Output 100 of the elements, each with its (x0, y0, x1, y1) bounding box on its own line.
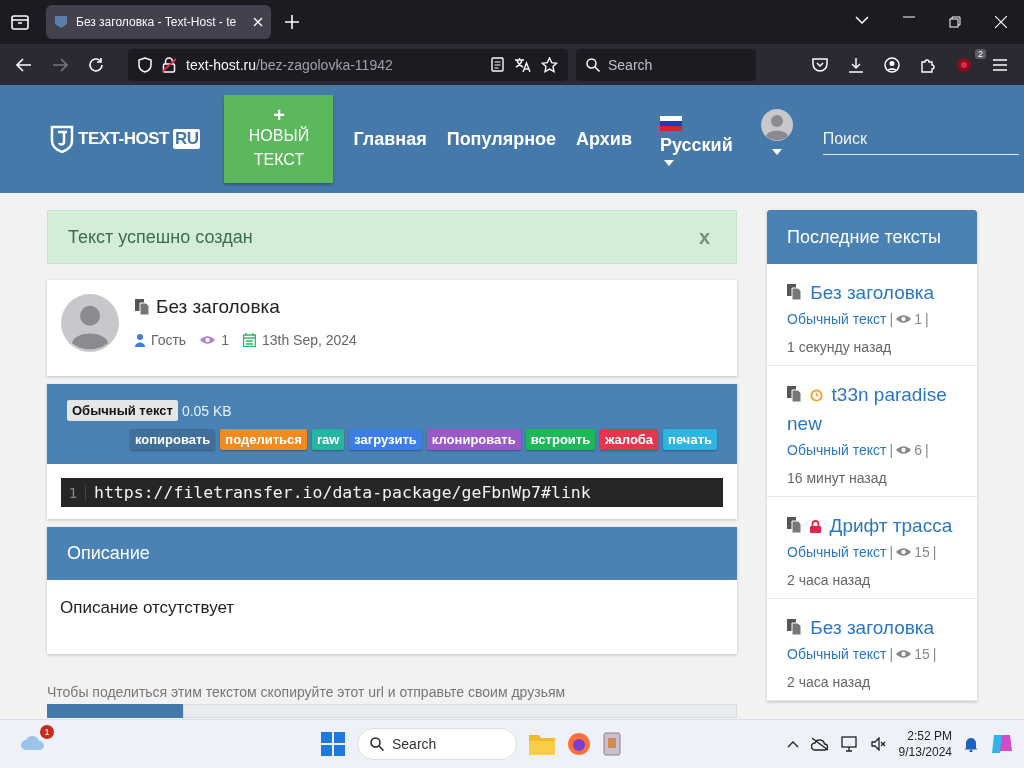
close-icon[interactable] (995, 16, 1007, 28)
caret-icon[interactable] (771, 149, 782, 155)
lock-icon (810, 520, 822, 533)
browser-search-field[interactable]: Search (576, 48, 756, 81)
nav-link[interactable]: Архив (576, 128, 632, 150)
back-arrow-icon[interactable] (16, 57, 32, 72)
paste-date: 13th Sep, 2024 (261, 332, 357, 348)
view-count: 6 (914, 442, 922, 458)
weather-cloud-icon[interactable] (20, 733, 46, 751)
clock-date[interactable]: 9/13/2024 (898, 744, 952, 760)
syntax-link[interactable]: Обычный текст (787, 646, 887, 662)
time-ago: 2 часа назад (787, 572, 872, 588)
separator: | (889, 646, 894, 662)
recent-text-link[interactable]: Дрифт трасса (787, 511, 957, 540)
bell-icon[interactable] (964, 736, 978, 752)
download-icon[interactable] (848, 56, 864, 73)
copy-document-icon (787, 284, 802, 300)
recent-text-link[interactable]: Без заголовка (787, 613, 957, 642)
syntax-link[interactable]: Обычный текст (787, 442, 887, 458)
user-avatar-icon[interactable] (760, 109, 793, 141)
shield-logo-icon (50, 125, 74, 153)
eye-icon (896, 314, 912, 324)
view-count: 1 (221, 332, 229, 348)
taskbar-search-field[interactable]: Search (357, 728, 517, 760)
alert-message: Текст успешно создан (68, 226, 253, 248)
reload-icon[interactable] (88, 56, 104, 73)
russian-flag-icon (660, 116, 682, 131)
site-logo[interactable]: TEXT-HOST RU (50, 125, 201, 153)
separator: | (889, 442, 894, 458)
language-menu[interactable]: Русский (660, 135, 733, 156)
translate-icon[interactable] (514, 56, 531, 73)
lock-icon (162, 56, 176, 73)
separator: | (889, 544, 894, 560)
action-button[interactable]: копировать (129, 429, 216, 450)
new-text-button[interactable]: + НОВЫЙ ТЕКСТ (224, 95, 334, 183)
description-heading: Описание (47, 527, 737, 580)
restore-icon[interactable] (949, 16, 961, 28)
view-count: 15 (914, 646, 930, 662)
clock-time[interactable]: 2:52 PM (898, 728, 952, 744)
browser-tab[interactable]: Без заголовка - Text-Host - te (46, 5, 271, 39)
close-icon[interactable] (253, 17, 263, 27)
action-button[interactable]: загрузить (349, 429, 422, 450)
syntax-link[interactable]: Обычный текст (787, 544, 887, 560)
search-field[interactable]: Поиск (822, 123, 1019, 155)
action-button[interactable]: жалоба (600, 429, 659, 450)
extension-icon[interactable] (956, 56, 972, 73)
eye-icon (896, 547, 912, 557)
monitor-icon[interactable] (840, 736, 859, 752)
action-button[interactable]: raw (311, 429, 345, 450)
action-button[interactable]: встроить (525, 429, 596, 450)
copy-document-icon (135, 299, 150, 315)
separator: | (924, 442, 929, 458)
cloud-offline-icon[interactable] (810, 737, 829, 751)
line-number: 1 (61, 484, 86, 501)
copy-document-icon (787, 386, 802, 402)
extension-badge: 2 (975, 48, 986, 59)
close-button[interactable]: x (692, 224, 716, 250)
copilot-icon[interactable] (990, 733, 1014, 755)
site-favicon-icon (54, 15, 68, 29)
action-button[interactable]: клонировать (426, 429, 521, 450)
share-url-field[interactable] (183, 704, 737, 718)
share-hint: Чтобы поделиться этим текстом скопируйте этот url и отправьте своим друзьям (47, 684, 567, 700)
reader-view-icon[interactable] (491, 57, 504, 72)
action-button[interactable]: поделиться (220, 429, 307, 450)
recent-text-link[interactable]: t33n paradise new (787, 380, 957, 438)
address-bar[interactable]: text-host.ru/bez-zagolovka-11942 (128, 48, 568, 81)
chevron-down-icon[interactable] (855, 16, 869, 24)
nav-link[interactable]: Популярное (446, 128, 557, 150)
clock-icon (810, 389, 824, 402)
pocket-icon[interactable] (812, 57, 828, 72)
eye-icon (200, 335, 216, 345)
chevron-up-icon[interactable] (786, 740, 799, 748)
separator: | (932, 646, 937, 662)
eye-icon (896, 649, 912, 659)
tab-list-icon[interactable] (11, 14, 29, 30)
new-tab-icon[interactable] (285, 15, 299, 29)
file-size: 0.05 KB (181, 402, 232, 419)
shield-icon (138, 56, 152, 73)
search-icon (370, 737, 384, 751)
account-icon[interactable] (884, 56, 900, 73)
time-ago: 1 секунду назад (787, 339, 893, 355)
recent-text-link[interactable]: Без заголовка (787, 278, 957, 307)
view-count: 1 (914, 311, 922, 327)
copy-document-icon (787, 517, 802, 533)
windows-start-icon[interactable] (321, 732, 345, 756)
time-ago: 16 минут назад (787, 470, 888, 486)
paste-title: Без заголовка (156, 296, 280, 318)
nav-link[interactable]: Главная (353, 128, 427, 150)
notification-badge: 1 (40, 725, 54, 739)
syntax-badge: Обычный текст (67, 400, 178, 421)
copy-document-icon (787, 619, 802, 635)
forward-arrow-icon[interactable] (52, 57, 68, 72)
description-text: Описание отсутствует (60, 598, 235, 617)
caret-icon[interactable] (664, 160, 674, 166)
browser-icon[interactable] (567, 732, 591, 756)
syntax-link[interactable]: Обычный текст (787, 311, 887, 327)
menu-icon[interactable] (993, 58, 1007, 71)
star-icon[interactable] (541, 56, 558, 73)
puzzle-icon[interactable] (920, 56, 936, 73)
speaker-muted-icon[interactable] (870, 737, 887, 751)
